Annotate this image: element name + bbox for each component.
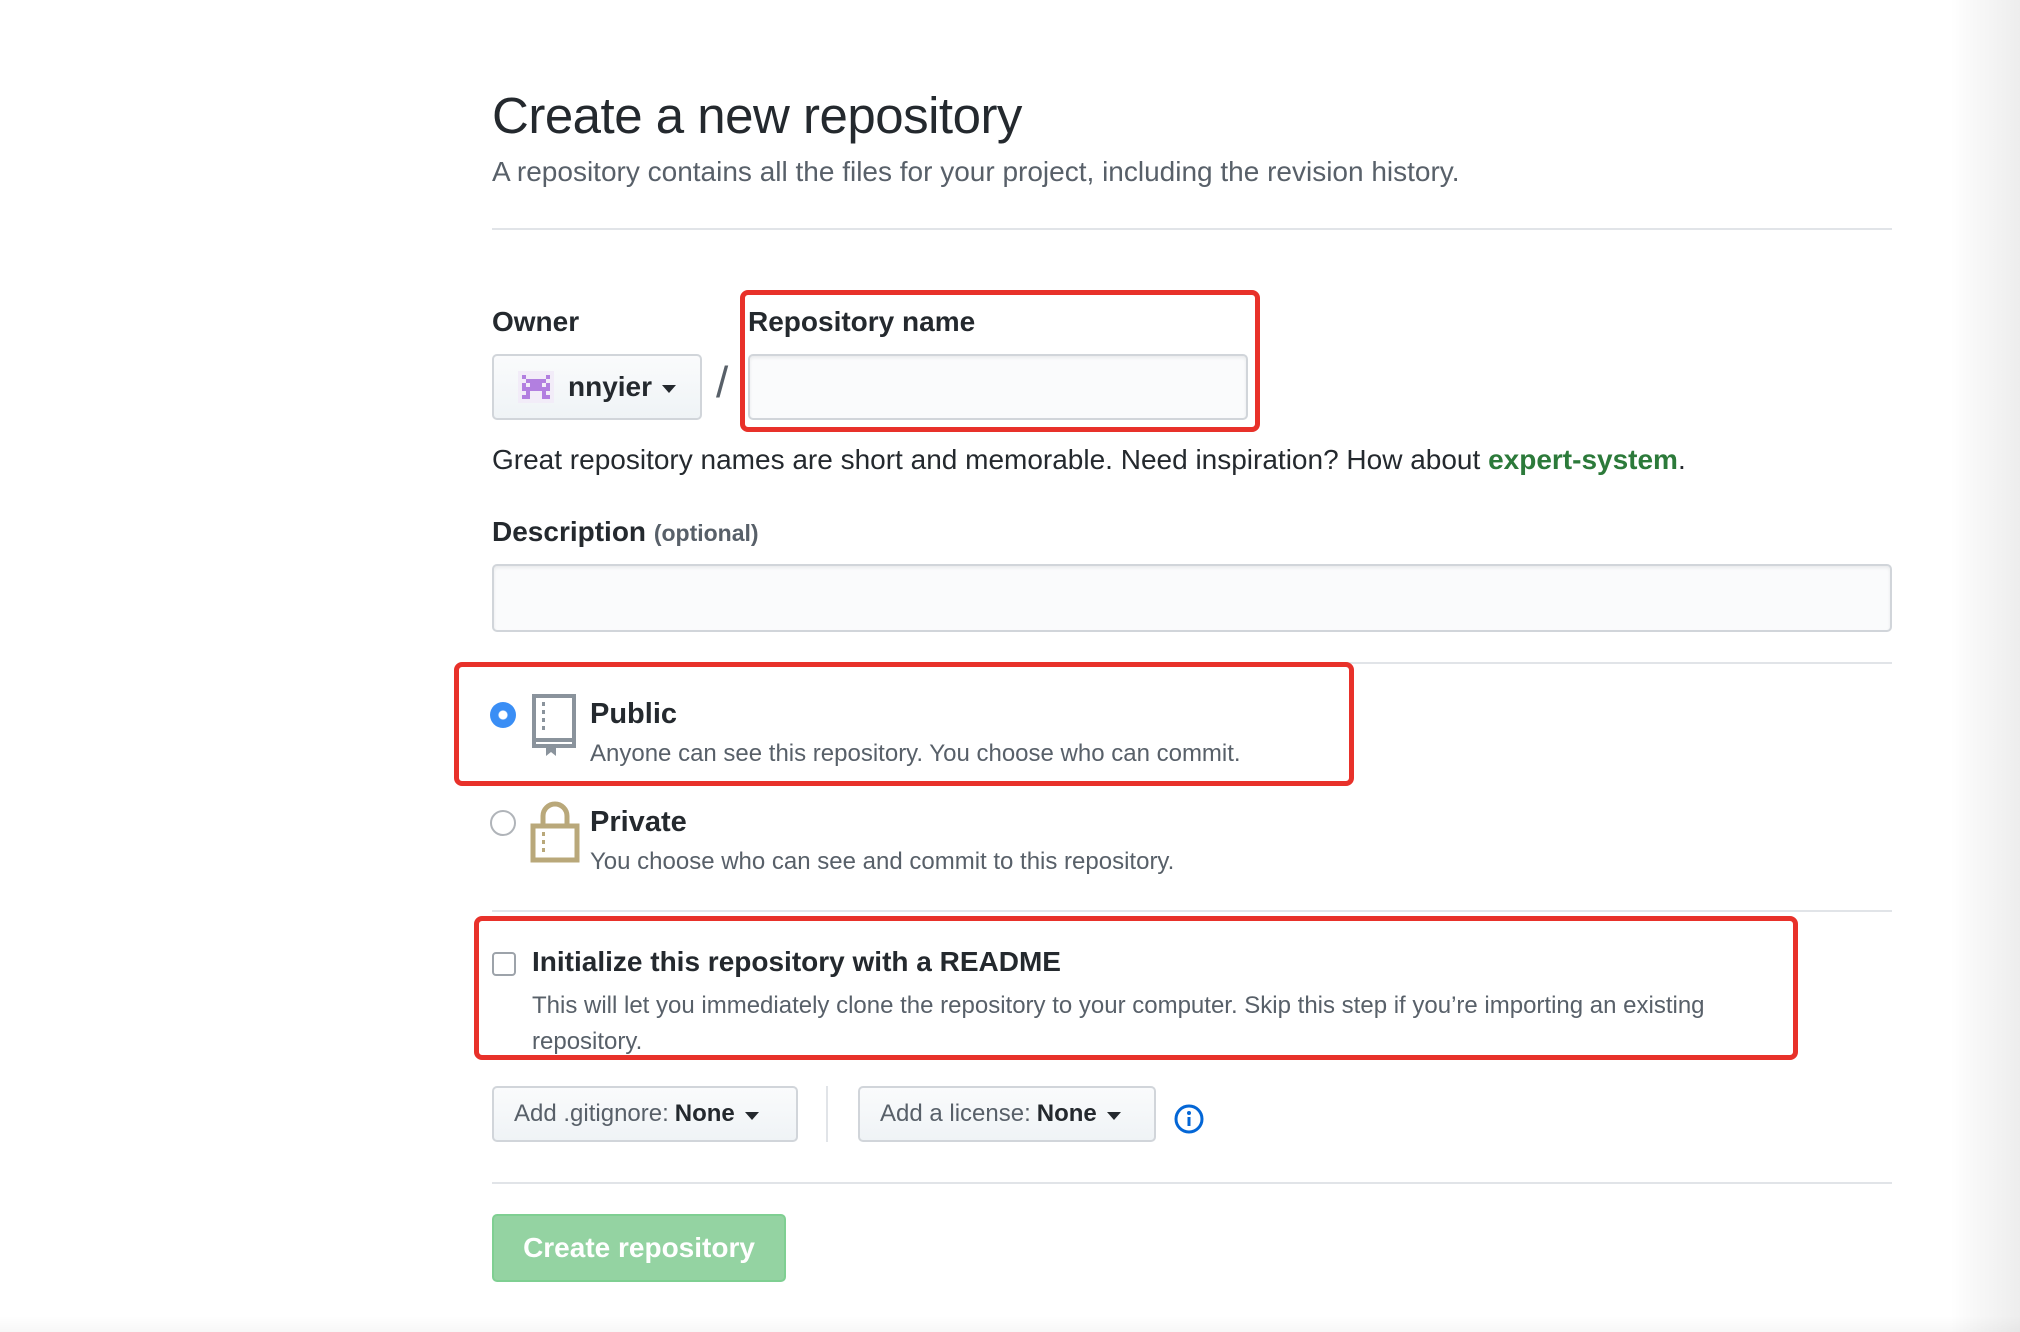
private-description: You choose who can see and commit to thi… bbox=[590, 848, 1175, 875]
page-subtitle: A repository contains all the files for … bbox=[492, 156, 1460, 187]
readme-description: This will let you immediately clone the … bbox=[532, 992, 1705, 1055]
owner-label: Owner bbox=[492, 306, 580, 337]
hint-end: . bbox=[1677, 444, 1686, 475]
repo-name-input[interactable] bbox=[748, 354, 1248, 420]
repo-name-hint: Great repository names are short and mem… bbox=[492, 444, 1686, 476]
lock-icon bbox=[530, 801, 580, 863]
chevron-down-icon bbox=[662, 385, 677, 393]
public-description: Anyone can see this repository. You choo… bbox=[590, 740, 1241, 767]
optional-tag: (optional) bbox=[653, 520, 759, 546]
license-value: None bbox=[1036, 1100, 1097, 1127]
suggested-name-link[interactable]: expert-system bbox=[1488, 444, 1678, 475]
license-label: Add a license: bbox=[880, 1100, 1031, 1127]
description-input[interactable] bbox=[492, 564, 1892, 632]
owner-name: nnyier bbox=[568, 371, 653, 402]
info-icon[interactable] bbox=[1174, 1104, 1204, 1134]
page-title: Create a new repository bbox=[492, 87, 1022, 144]
create-repository-page: Create a new repository A repository con… bbox=[0, 0, 2020, 1332]
page-bottom-shadow bbox=[0, 1316, 2020, 1332]
gitignore-select[interactable]: Add .gitignore: None bbox=[492, 1086, 798, 1142]
owner-select[interactable]: nnyier bbox=[492, 354, 702, 420]
description-divider bbox=[492, 662, 1892, 664]
hint-text: Great repository names are short and mem… bbox=[492, 444, 1489, 475]
identicon-avatar bbox=[518, 371, 554, 403]
public-radio[interactable] bbox=[490, 702, 516, 728]
gitignore-label: Add .gitignore: bbox=[514, 1100, 669, 1127]
header-divider bbox=[492, 228, 1892, 230]
private-radio[interactable] bbox=[490, 810, 516, 836]
readme-title: Initialize this repository with a README bbox=[532, 946, 1061, 977]
chevron-down-icon bbox=[744, 1112, 759, 1120]
description-label-text: Description bbox=[492, 516, 647, 547]
gitignore-value: None bbox=[674, 1100, 735, 1127]
description-label: Description (optional) bbox=[492, 516, 759, 548]
owner-repo-separator: / bbox=[716, 358, 729, 407]
chevron-down-icon bbox=[1106, 1112, 1121, 1120]
public-title: Public bbox=[590, 698, 678, 730]
repo-book-icon bbox=[532, 694, 576, 756]
create-repository-button[interactable]: Create repository bbox=[492, 1214, 786, 1282]
repo-name-label: Repository name bbox=[748, 306, 976, 337]
page-edge-shadow bbox=[1950, 0, 2020, 1332]
footer-divider bbox=[492, 1182, 1892, 1184]
readme-checkbox[interactable] bbox=[492, 952, 516, 976]
dropdown-separator bbox=[826, 1086, 828, 1142]
visibility-divider bbox=[492, 910, 1892, 912]
private-title: Private bbox=[590, 806, 687, 838]
license-select[interactable]: Add a license: None bbox=[858, 1086, 1156, 1142]
